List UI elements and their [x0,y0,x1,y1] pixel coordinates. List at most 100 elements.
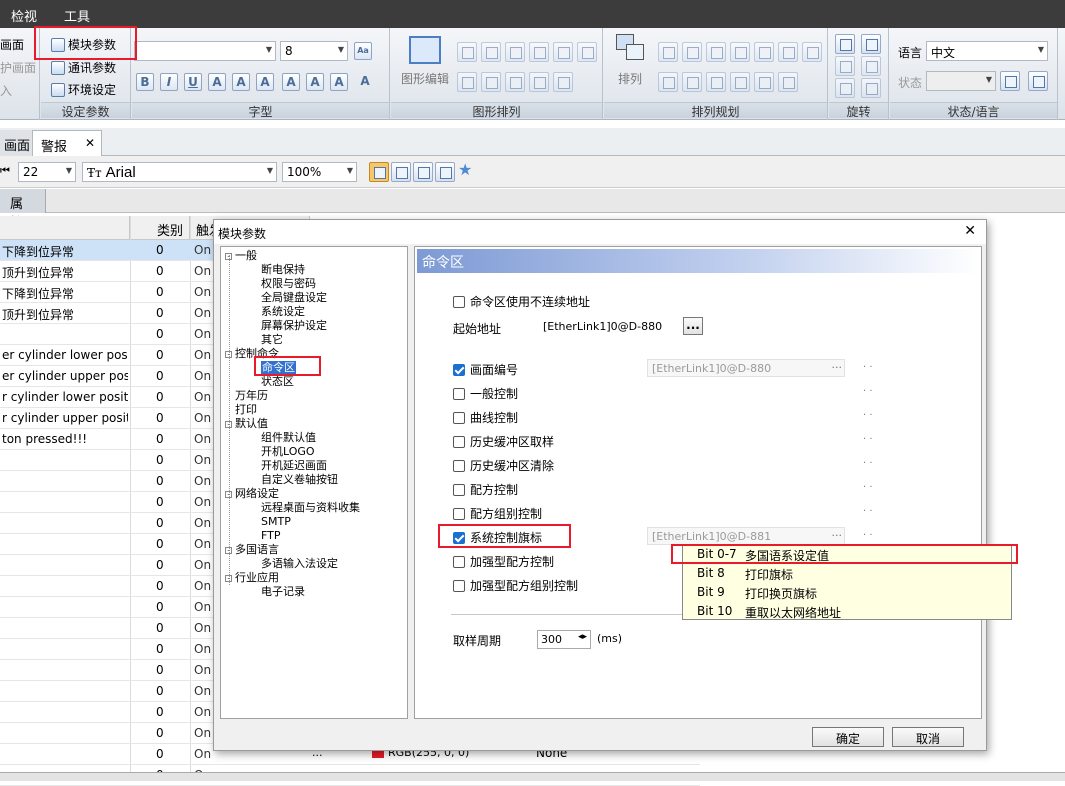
option-checkbox[interactable]: 加强型配方控制 [453,553,554,570]
move-icon[interactable] [529,72,549,92]
rotate-icon[interactable] [835,34,855,54]
align-top-icon[interactable] [529,42,549,62]
download-icon[interactable] [413,162,433,182]
tree-node[interactable]: FTP [261,529,281,542]
text-style-icon[interactable]: A [256,73,274,91]
underline-icon[interactable]: U [184,73,202,91]
nav-prev-icon[interactable]: ⏮ [0,164,10,178]
tree-node[interactable]: - 默认值 [225,417,268,430]
sample-period-input[interactable]: 300 ◂▸ [537,630,591,649]
connect-icon[interactable] [505,72,525,92]
distribute-icon[interactable] [754,42,774,62]
tree-node[interactable]: 开机LOGO [261,445,315,458]
collapse-icon[interactable]: - [225,420,232,428]
horizontal-scrollbar[interactable] [0,772,1065,781]
pencil-icon[interactable] [553,72,573,92]
tree-node[interactable]: 断电保持 [261,263,305,276]
option-checkbox[interactable]: 曲线控制 [453,409,518,426]
tree-node[interactable]: 组件默认值 [261,431,316,444]
screen-button[interactable]: 画面 [0,36,24,53]
option-checkbox[interactable]: 系统控制旗标 [453,529,542,546]
option-checkbox[interactable]: 加强型配方组别控制 [453,577,578,594]
size-icon[interactable] [682,72,702,92]
collapse-icon[interactable]: - [225,574,232,582]
ungroup-icon[interactable] [481,72,501,92]
align-right-icon[interactable] [505,42,525,62]
option-checkbox[interactable]: 配方控制 [453,481,518,498]
tree-node[interactable]: 打印 [225,403,257,416]
group-icon[interactable] [457,72,477,92]
menu-tools[interactable]: 工具 [64,6,90,25]
flip-icon[interactable] [861,56,881,76]
state-combo[interactable]: ▼ [926,71,996,91]
option-checkbox[interactable]: 历史缓冲区取样 [453,433,554,450]
upload-icon[interactable] [435,162,455,182]
flip-icon[interactable] [835,78,855,98]
collapse-icon[interactable]: - [225,350,232,358]
tree-node[interactable]: - 行业应用 [225,571,279,584]
font-name-combo[interactable]: ▼ [134,41,276,61]
distribute-icon[interactable] [802,42,822,62]
size-icon[interactable] [706,72,726,92]
tree-node[interactable]: - 控制命令 [225,347,279,360]
browse-button[interactable]: ... [832,358,843,371]
close-icon[interactable]: ✕ [85,136,95,150]
distribute-icon[interactable] [682,42,702,62]
language-combo[interactable]: 中文 ▼ [926,41,1048,61]
option-checkbox[interactable]: 配方组别控制 [453,505,542,522]
tree-node[interactable]: 其它 [261,333,283,346]
collapse-icon[interactable]: - [225,490,232,498]
popup-row[interactable]: Bit 0-7 多国语系设定值 [683,545,1011,564]
popup-row[interactable]: Bit 9 打印换页旗标 [683,583,1011,602]
align-bottom-icon[interactable] [577,42,597,62]
zoom-combo[interactable]: 100% ▼ [282,162,357,182]
distribute-icon[interactable] [778,42,798,62]
tree-node[interactable]: 电子记录 [261,585,305,598]
graphic-edit-icon[interactable] [409,36,441,64]
tree-node[interactable]: - 网络设定 [225,487,279,500]
collapse-icon[interactable]: - [225,546,232,554]
distribute-icon[interactable] [658,42,678,62]
browse-button[interactable]: ... [683,317,703,335]
align-bottom-text-icon[interactable]: A [330,73,348,91]
highlight-text-icon[interactable] [369,162,389,182]
tree-node[interactable]: 系统设定 [261,305,305,318]
size-icon[interactable] [778,72,798,92]
tree-node[interactable]: 远程桌面与资料收集 [261,501,360,514]
bold-icon[interactable]: B [136,73,154,91]
copy-icon[interactable] [391,162,411,182]
tree-node[interactable]: 屏幕保护设定 [261,319,327,332]
tree-node[interactable]: 万年历 [225,389,268,402]
module-params-button[interactable]: 模块参数 [51,36,116,53]
font-color-icon[interactable]: A [356,73,374,91]
font-combo[interactable]: Ŧт Arial ▼ [82,162,277,182]
tree-node[interactable]: 全局键盘设定 [261,291,327,304]
align-middle-icon[interactable] [553,42,573,62]
comm-params-button[interactable]: 通讯参数 [51,59,116,76]
tree-node[interactable]: 命令区 [261,361,296,374]
grid-header-category[interactable]: 类别 [130,216,190,240]
option-address[interactable]: [EtherLink1]0@D-881... [647,526,845,545]
collapse-icon[interactable]: - [225,252,232,260]
align-left-icon[interactable] [457,42,477,62]
env-settings-button[interactable]: 环境设定 [51,81,116,98]
browse-button[interactable]: ... [832,526,843,539]
protect-screen-button[interactable]: 护画面 [0,59,36,76]
noncontig-checkbox[interactable]: 命令区使用不连续地址 [453,293,590,310]
align-top-text-icon[interactable]: A [282,73,300,91]
size-icon[interactable] [730,72,750,92]
size-icon[interactable] [658,72,678,92]
spinner-icon[interactable]: ◂▸ [578,632,587,642]
tree-node[interactable]: 开机延迟画面 [261,459,327,472]
grid-header-text[interactable] [0,216,130,240]
tree-node[interactable]: - 一般 [225,249,257,262]
ok-button[interactable]: 确定 [812,727,884,747]
start-address-value[interactable]: [EtherLink1]0@D-880 [541,317,687,337]
tree-node[interactable]: - 多国语言 [225,543,279,556]
tree-node[interactable]: SMTP [261,515,291,528]
tree-node[interactable]: 多语输入法设定 [261,557,338,570]
option-checkbox[interactable]: 一般控制 [453,385,518,402]
font-size-combo[interactable]: 8 ▼ [280,41,348,61]
distribute-icon[interactable] [706,42,726,62]
flip-icon[interactable] [835,56,855,76]
